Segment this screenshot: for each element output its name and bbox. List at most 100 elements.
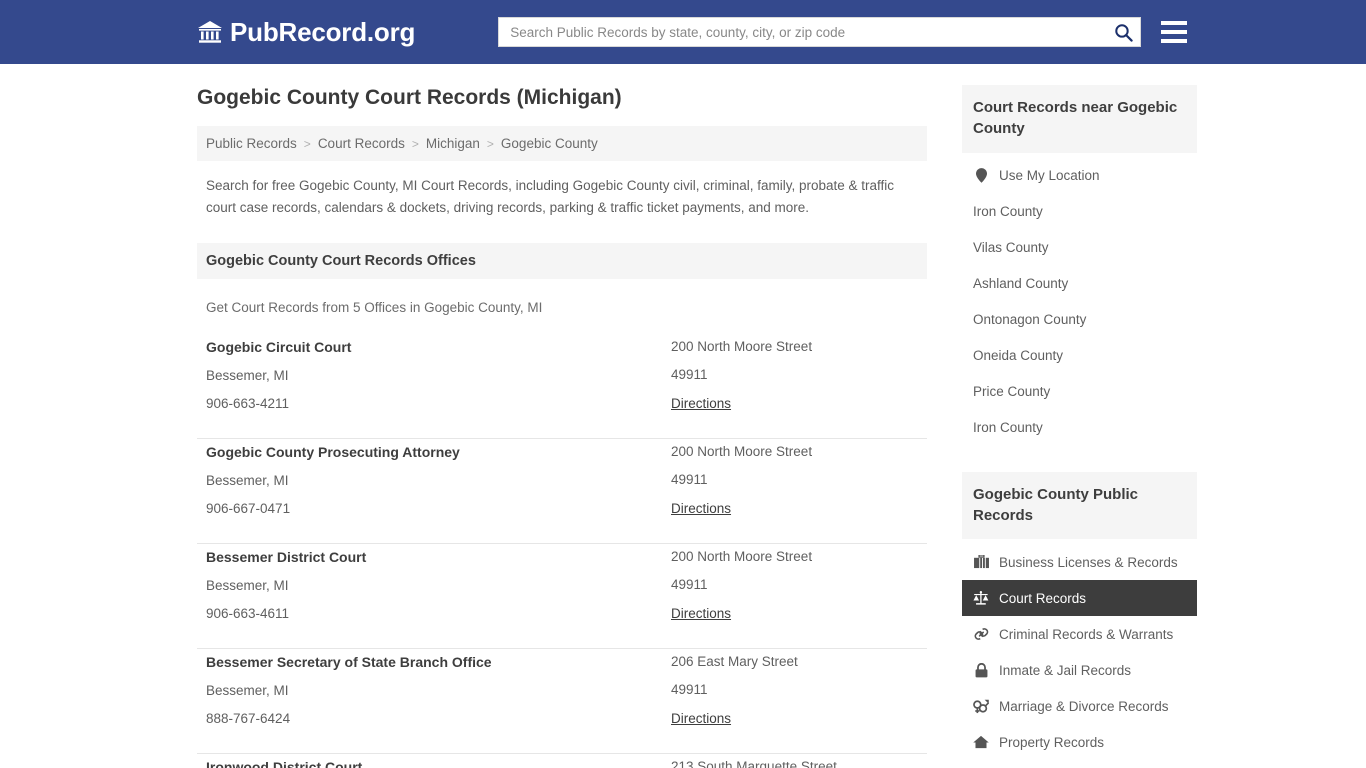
- office-name: Ironwood District Court: [206, 758, 671, 768]
- office-street: 206 East Mary Street: [671, 653, 927, 671]
- office-address: 206 East Mary Street 49911 Directions: [671, 653, 927, 739]
- directions-link[interactable]: Directions: [671, 606, 731, 621]
- breadcrumb: Public Records > Court Records > Michiga…: [197, 126, 927, 161]
- sidebar-item-criminal-records[interactable]: Criminal Records & Warrants: [962, 616, 1197, 652]
- office-address: 200 North Moore Street 49911 Directions: [671, 443, 927, 529]
- lock-icon: [973, 663, 989, 678]
- hamburger-bar: [1161, 39, 1187, 43]
- sidebar-item-court-records[interactable]: Court Records: [962, 580, 1197, 616]
- sidebar-item-label: Oneida County: [973, 348, 1063, 363]
- search-bar[interactable]: [498, 17, 1141, 47]
- breadcrumb-item-michigan[interactable]: Michigan: [426, 136, 480, 151]
- sidebar-item-label: Ashland County: [973, 276, 1068, 291]
- page-title: Gogebic County Court Records (Michigan): [197, 85, 927, 110]
- page-body: Gogebic County Court Records (Michigan) …: [0, 64, 1366, 768]
- link-icon: [973, 627, 989, 641]
- sidebar-item-label: Criminal Records & Warrants: [999, 627, 1173, 642]
- sidebar-item-label: Vilas County: [973, 240, 1049, 255]
- office-phone: 906-667-0471: [206, 500, 671, 518]
- sidebar-item-vilas-county[interactable]: Vilas County: [962, 230, 1197, 266]
- public-records-list: Business Licenses & Records Court: [962, 544, 1197, 760]
- sidebar-item-label: Price County: [973, 384, 1050, 399]
- office-address: 200 North Moore Street 49911 Directions: [671, 548, 927, 634]
- breadcrumb-item-gogebic-county[interactable]: Gogebic County: [501, 136, 598, 151]
- office-street: 200 North Moore Street: [671, 338, 927, 356]
- site-header: PubRecord.org: [0, 0, 1366, 64]
- office-count-text: Get Court Records from 5 Offices in Goge…: [206, 300, 927, 315]
- sidebar-item-label: Marriage & Divorce Records: [999, 699, 1169, 714]
- map-pin-icon: [973, 168, 989, 183]
- site-logo[interactable]: PubRecord.org: [197, 19, 415, 45]
- hamburger-bar: [1161, 21, 1187, 25]
- sidebar-heading-nearby: Court Records near Gogebic County: [962, 85, 1197, 153]
- sidebar-item-label: Ontonagon County: [973, 312, 1086, 327]
- sidebar-item-ontonagon-county[interactable]: Ontonagon County: [962, 302, 1197, 338]
- home-icon: [973, 735, 989, 749]
- venus-mars-icon: [973, 699, 989, 714]
- office-city: Bessemer, MI: [206, 577, 671, 595]
- office-details: Gogebic Circuit Court Bessemer, MI 906-6…: [206, 338, 671, 424]
- sidebar-item-label: Court Records: [999, 591, 1086, 606]
- sidebar-item-iron-county[interactable]: Iron County: [962, 194, 1197, 230]
- office-list: Gogebic Circuit Court Bessemer, MI 906-6…: [197, 334, 927, 768]
- table-row: Bessemer District Court Bessemer, MI 906…: [197, 544, 927, 649]
- table-row: Ironwood District Court Ironwood, MI 906…: [197, 754, 927, 768]
- office-street: 200 North Moore Street: [671, 548, 927, 566]
- office-street: 200 North Moore Street: [671, 443, 927, 461]
- sidebar-heading-public-records: Gogebic County Public Records: [962, 472, 1197, 540]
- sidebar-item-price-county[interactable]: Price County: [962, 374, 1197, 410]
- brand-name: PubRecord.org: [230, 19, 415, 45]
- nearby-counties-list: Use My Location Iron County Vilas County…: [962, 158, 1197, 446]
- sidebar-item-inmate-jail-records[interactable]: Inmate & Jail Records: [962, 652, 1197, 688]
- page-description: Search for free Gogebic County, MI Court…: [206, 175, 896, 219]
- breadcrumb-item-court-records[interactable]: Court Records: [318, 136, 405, 151]
- sidebar-item-property-records[interactable]: Property Records: [962, 724, 1197, 760]
- sidebar-item-label: Inmate & Jail Records: [999, 663, 1131, 678]
- office-city: Bessemer, MI: [206, 472, 671, 490]
- sidebar-item-marriage-divorce-records[interactable]: Marriage & Divorce Records: [962, 688, 1197, 724]
- bank-icon: [197, 20, 223, 44]
- table-row: Gogebic County Prosecuting Attorney Bess…: [197, 439, 927, 544]
- hamburger-menu-icon[interactable]: [1161, 21, 1187, 43]
- public-records-block: Gogebic County Public Records Business L…: [962, 472, 1197, 761]
- section-heading-offices: Gogebic County Court Records Offices: [197, 243, 927, 279]
- office-street: 213 South Marquette Street: [671, 758, 927, 768]
- search-button[interactable]: [1106, 18, 1140, 46]
- office-details: Bessemer Secretary of State Branch Offic…: [206, 653, 671, 739]
- directions-link[interactable]: Directions: [671, 501, 731, 516]
- office-zip: 49911: [671, 471, 927, 489]
- search-input[interactable]: [499, 19, 1106, 45]
- office-details: Bessemer District Court Bessemer, MI 906…: [206, 548, 671, 634]
- office-name: Gogebic County Prosecuting Attorney: [206, 443, 671, 462]
- office-address: 213 South Marquette Street 49938 Directi…: [671, 758, 927, 768]
- breadcrumb-item-public-records[interactable]: Public Records: [206, 136, 297, 151]
- sidebar-item-use-my-location[interactable]: Use My Location: [962, 158, 1197, 194]
- hamburger-bar: [1161, 30, 1187, 34]
- sidebar-item-label: Business Licenses & Records: [999, 555, 1178, 570]
- breadcrumb-separator-icon: >: [412, 137, 419, 151]
- office-details: Gogebic County Prosecuting Attorney Bess…: [206, 443, 671, 529]
- office-details: Ironwood District Court Ironwood, MI 906…: [206, 758, 671, 768]
- office-zip: 49911: [671, 366, 927, 384]
- office-city: Bessemer, MI: [206, 682, 671, 700]
- table-row: Bessemer Secretary of State Branch Offic…: [197, 649, 927, 754]
- table-row: Gogebic Circuit Court Bessemer, MI 906-6…: [197, 334, 927, 439]
- sidebar-item-iron-county-2[interactable]: Iron County: [962, 410, 1197, 446]
- sidebar-item-ashland-county[interactable]: Ashland County: [962, 266, 1197, 302]
- office-address: 200 North Moore Street 49911 Directions: [671, 338, 927, 424]
- sidebar-item-oneida-county[interactable]: Oneida County: [962, 338, 1197, 374]
- main-content: Gogebic County Court Records (Michigan) …: [197, 85, 927, 768]
- breadcrumb-separator-icon: >: [304, 137, 311, 151]
- office-name: Gogebic Circuit Court: [206, 338, 671, 357]
- breadcrumb-separator-icon: >: [487, 137, 494, 151]
- office-phone: 888-767-6424: [206, 710, 671, 728]
- directions-link[interactable]: Directions: [671, 396, 731, 411]
- office-name: Bessemer Secretary of State Branch Offic…: [206, 653, 671, 672]
- sidebar-item-label: Iron County: [973, 420, 1043, 435]
- briefcase-icon: [973, 555, 989, 569]
- office-phone: 906-663-4211: [206, 395, 671, 413]
- directions-link[interactable]: Directions: [671, 711, 731, 726]
- office-city: Bessemer, MI: [206, 367, 671, 385]
- sidebar-item-business-licenses[interactable]: Business Licenses & Records: [962, 544, 1197, 580]
- office-zip: 49911: [671, 681, 927, 699]
